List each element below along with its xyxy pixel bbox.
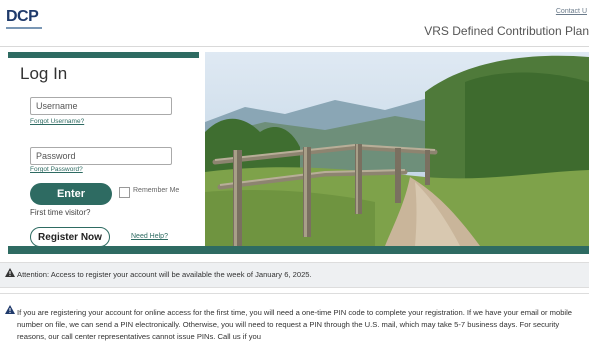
dcp-logo[interactable]: DCP bbox=[6, 8, 39, 26]
warning-icon bbox=[5, 305, 15, 314]
forgot-username-link[interactable]: Forgot Username? bbox=[30, 118, 84, 125]
contact-us-link[interactable]: Contact U bbox=[556, 8, 587, 15]
plan-title: VRS Defined Contribution Plan bbox=[424, 24, 589, 38]
password-input[interactable] bbox=[30, 147, 172, 165]
logo-tagline bbox=[6, 27, 42, 29]
hero-image bbox=[205, 52, 589, 246]
site-header: DCP Contact U VRS Defined Contribution P… bbox=[0, 0, 589, 47]
remember-me-checkbox[interactable] bbox=[119, 187, 130, 198]
username-input[interactable] bbox=[30, 97, 172, 115]
pin-info-notice: If you are registering your account for … bbox=[0, 293, 589, 341]
attention-notice: Attention: Access to register your accou… bbox=[0, 262, 589, 288]
remember-me-label[interactable]: Remember Me bbox=[133, 187, 179, 194]
hero-bottom-bar bbox=[8, 246, 589, 254]
hiking-trail-photo bbox=[205, 52, 589, 246]
pin-info-text: If you are registering your account for … bbox=[17, 308, 573, 341]
need-help-link[interactable]: Need Help? bbox=[131, 233, 168, 240]
register-now-button[interactable]: Register Now bbox=[30, 227, 110, 247]
attention-text: Attention: Access to register your accou… bbox=[17, 270, 312, 279]
first-time-visitor-text: First time visitor? bbox=[30, 208, 91, 217]
warning-icon bbox=[5, 268, 15, 277]
enter-button[interactable]: Enter bbox=[30, 183, 112, 205]
login-title: Log In bbox=[20, 64, 68, 83]
forgot-password-link[interactable]: Forgot Password? bbox=[30, 166, 83, 173]
